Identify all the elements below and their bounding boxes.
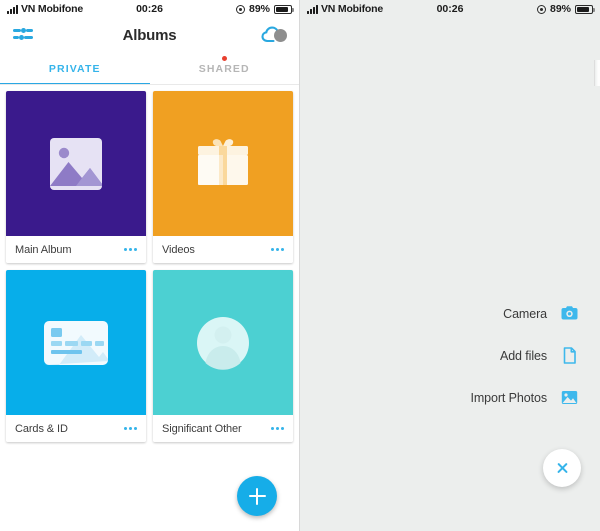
more-options-icon[interactable] xyxy=(263,244,284,255)
location-services-icon xyxy=(235,4,245,14)
album-footer: Videos xyxy=(153,236,293,263)
album-label: Videos xyxy=(162,243,195,256)
album-tile-main-album[interactable]: Main Album xyxy=(6,91,146,263)
album-footer: Main Album xyxy=(6,236,146,263)
offscreen-panel-edge xyxy=(594,60,600,86)
status-bar-right-group: 89% xyxy=(536,3,595,15)
cloud-sync-icon[interactable] xyxy=(261,25,287,45)
album-tile-videos[interactable]: Videos xyxy=(153,91,293,263)
tab-bar-divider xyxy=(0,84,299,85)
album-label: Cards & ID xyxy=(15,422,68,435)
location-services-icon xyxy=(536,4,546,14)
album-grid: Main Album Videos Cards & ID Significant… xyxy=(0,85,299,442)
album-label: Main Album xyxy=(15,243,72,256)
gift-box-icon xyxy=(198,138,248,185)
filter-sliders-icon[interactable] xyxy=(12,26,36,44)
close-menu-fab[interactable] xyxy=(543,449,581,487)
menu-item-label: Add files xyxy=(499,348,547,363)
album-label: Significant Other xyxy=(162,422,242,435)
album-artwork xyxy=(153,91,293,236)
tab-bar: PRIVATE SHARED xyxy=(0,52,299,85)
status-bar-right-group: 89% xyxy=(235,3,294,15)
dual-screen-comparison: VN Mobifone 00:26 89% Albums PRIVATE SHA… xyxy=(0,0,600,531)
status-bar-right: VN Mobifone 00:26 89% xyxy=(300,0,600,18)
album-artwork xyxy=(6,270,146,415)
tab-private[interactable]: PRIVATE xyxy=(0,52,150,85)
notification-badge-dot xyxy=(221,56,227,61)
album-artwork xyxy=(6,91,146,236)
camera-icon xyxy=(561,305,578,322)
photo-image-icon xyxy=(50,137,102,190)
album-artwork xyxy=(153,270,293,415)
more-options-icon[interactable] xyxy=(116,423,137,434)
action-menu: Camera Add files Import Photos xyxy=(328,305,578,406)
navigation-bar: Albums xyxy=(0,18,299,52)
album-tile-cards-id[interactable]: Cards & ID xyxy=(6,270,146,442)
person-avatar-icon xyxy=(197,316,249,370)
more-options-icon[interactable] xyxy=(116,244,137,255)
album-footer: Significant Other xyxy=(153,415,293,442)
left-screen-albums: VN Mobifone 00:26 89% Albums PRIVATE SHA… xyxy=(0,0,300,531)
more-options-icon[interactable] xyxy=(263,423,284,434)
album-footer: Cards & ID xyxy=(6,415,146,442)
menu-item-camera[interactable]: Camera xyxy=(328,305,578,322)
battery-percent-label: 89% xyxy=(248,3,270,15)
add-album-fab[interactable] xyxy=(237,476,277,516)
menu-item-add-files[interactable]: Add files xyxy=(328,347,578,364)
battery-icon xyxy=(575,4,595,14)
menu-item-import-photos[interactable]: Import Photos xyxy=(328,389,578,406)
page-title: Albums xyxy=(122,26,177,44)
file-document-icon xyxy=(561,347,578,364)
id-card-icon xyxy=(44,320,108,365)
tab-private-label: PRIVATE xyxy=(48,62,101,75)
menu-item-label: Import Photos xyxy=(470,390,547,405)
image-picture-icon xyxy=(561,389,578,406)
close-x-icon xyxy=(556,462,569,475)
battery-percent-label: 89% xyxy=(549,3,571,15)
battery-icon xyxy=(274,4,294,14)
menu-item-label: Camera xyxy=(503,306,547,321)
plus-icon xyxy=(248,487,266,505)
album-tile-significant-other[interactable]: Significant Other xyxy=(153,270,293,442)
right-screen-add-menu: VN Mobifone 00:26 89% Camera Add files I… xyxy=(300,0,600,531)
status-bar-left: VN Mobifone 00:26 89% xyxy=(0,0,299,18)
tab-shared-label: SHARED xyxy=(198,62,250,75)
tab-shared[interactable]: SHARED xyxy=(150,52,300,85)
